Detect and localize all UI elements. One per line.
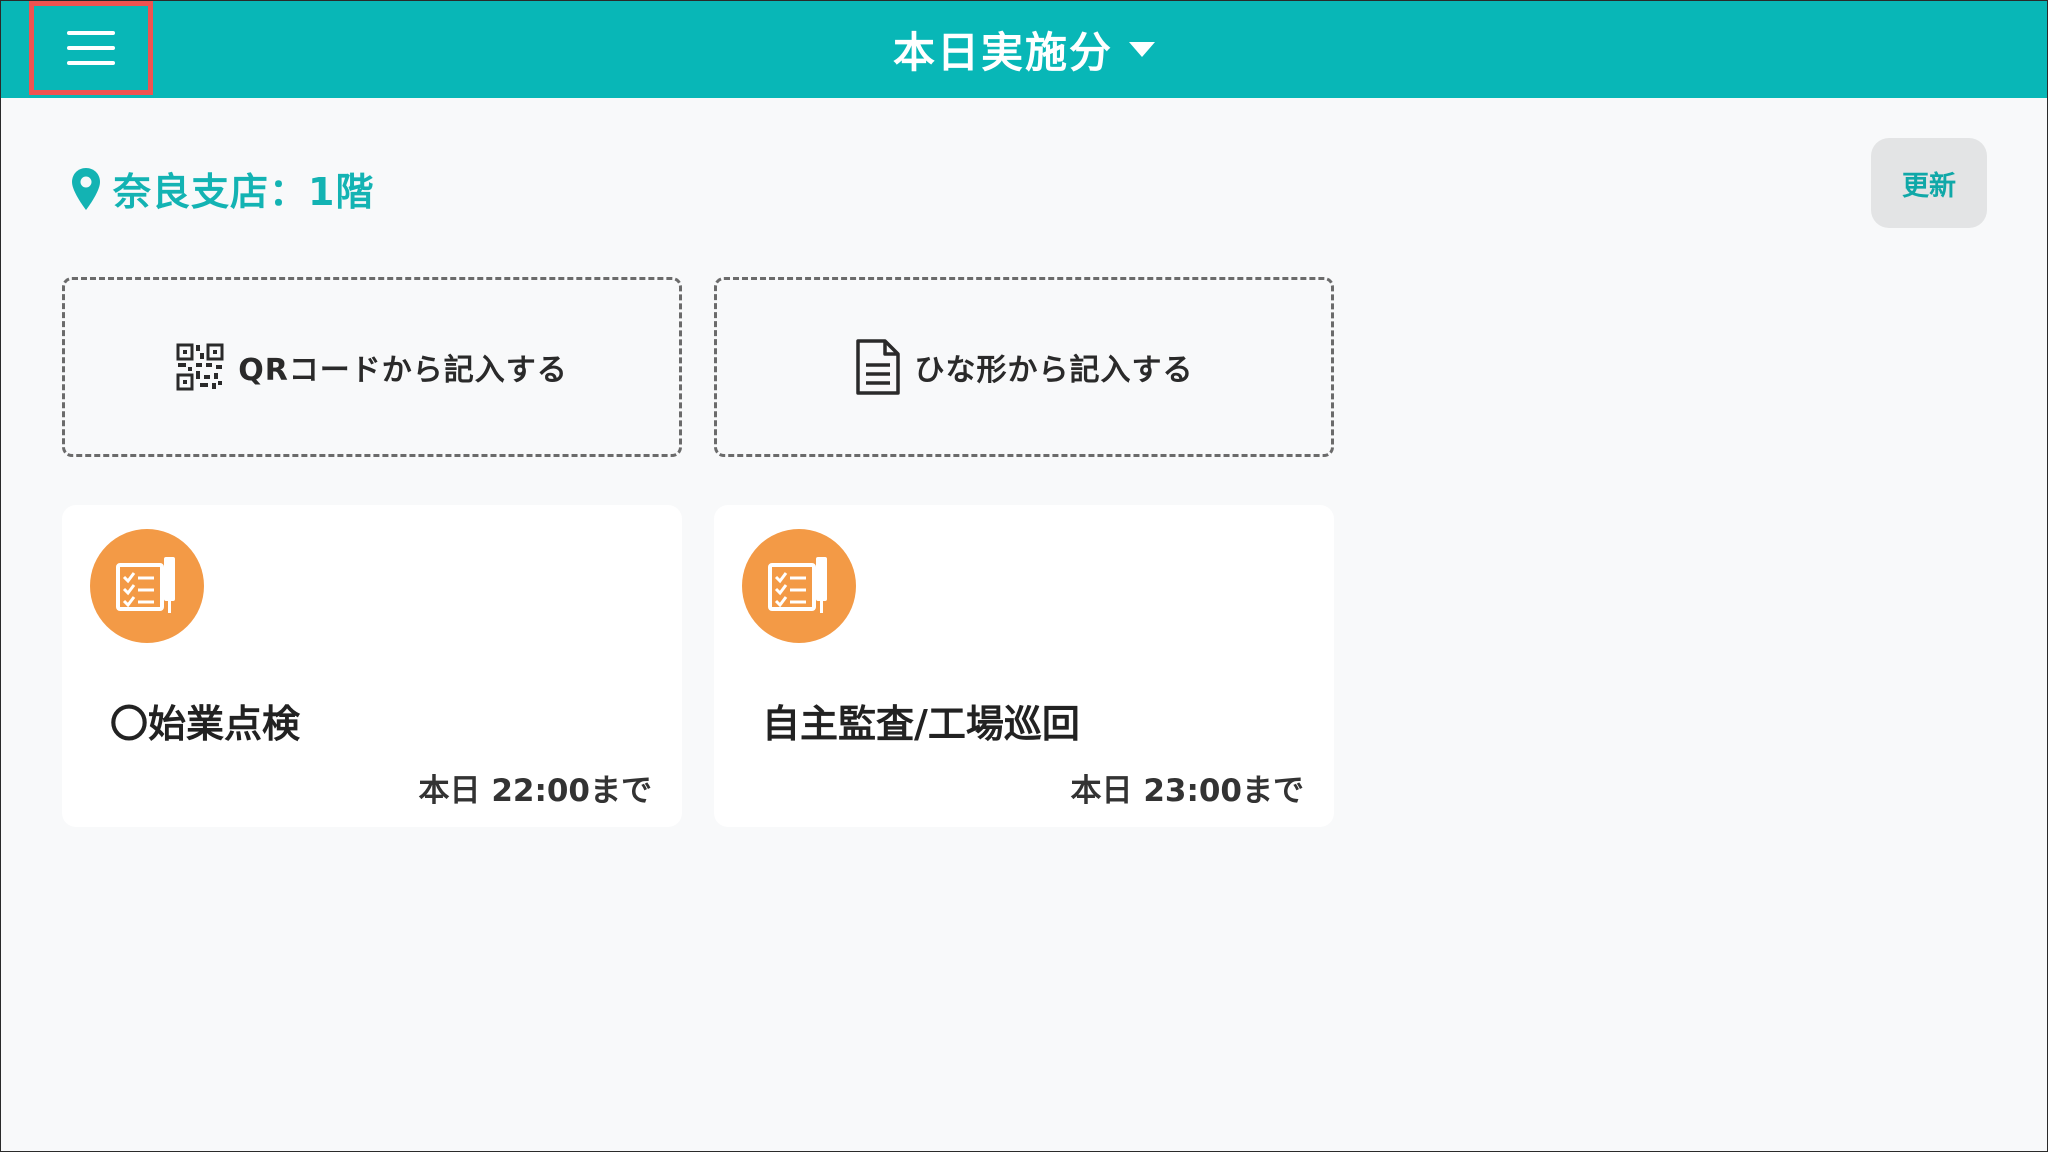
header-bar: 本日実施分 (1, 1, 2047, 98)
checklist-icon (116, 557, 175, 613)
task-card[interactable]: 〇始業点検 本日 22:00まで (62, 505, 682, 827)
qr-entry-button[interactable]: QRコードから記入する (62, 277, 682, 457)
task-title: 〇始業点検 (110, 702, 301, 746)
date-filter-dropdown[interactable]: 本日実施分 (893, 19, 1155, 80)
document-icon (855, 339, 900, 395)
template-entry-button[interactable]: ひな形から記入する (714, 277, 1334, 457)
task-title: 自主監査/工場巡回 (762, 702, 1080, 746)
task-deadline: 本日 22:00まで (418, 773, 652, 809)
task-card[interactable]: 自主監査/工場巡回 本日 23:00まで (714, 505, 1334, 827)
task-icon-badge (90, 529, 204, 643)
map-pin-icon (72, 167, 100, 210)
title-area: 本日実施分 (1, 1, 2047, 98)
checklist-icon (768, 557, 827, 613)
qr-entry-label: QRコードから記入する (238, 353, 568, 388)
qr-code-icon (176, 343, 224, 391)
app-screen: 本日実施分 奈良支店：1階 更新 QRコードから記入する ひな形から記入する 〇… (0, 0, 2048, 1152)
caret-down-icon (1129, 41, 1155, 57)
refresh-button[interactable]: 更新 (1871, 138, 1987, 228)
location-label: 奈良支店：1階 (113, 170, 375, 214)
task-icon-badge (742, 529, 856, 643)
task-deadline: 本日 23:00まで (1070, 773, 1304, 809)
page-title: 本日実施分 (892, 28, 1113, 77)
template-entry-label: ひな形から記入する (914, 353, 1194, 388)
location-indicator: 奈良支店：1階 (71, 161, 374, 216)
